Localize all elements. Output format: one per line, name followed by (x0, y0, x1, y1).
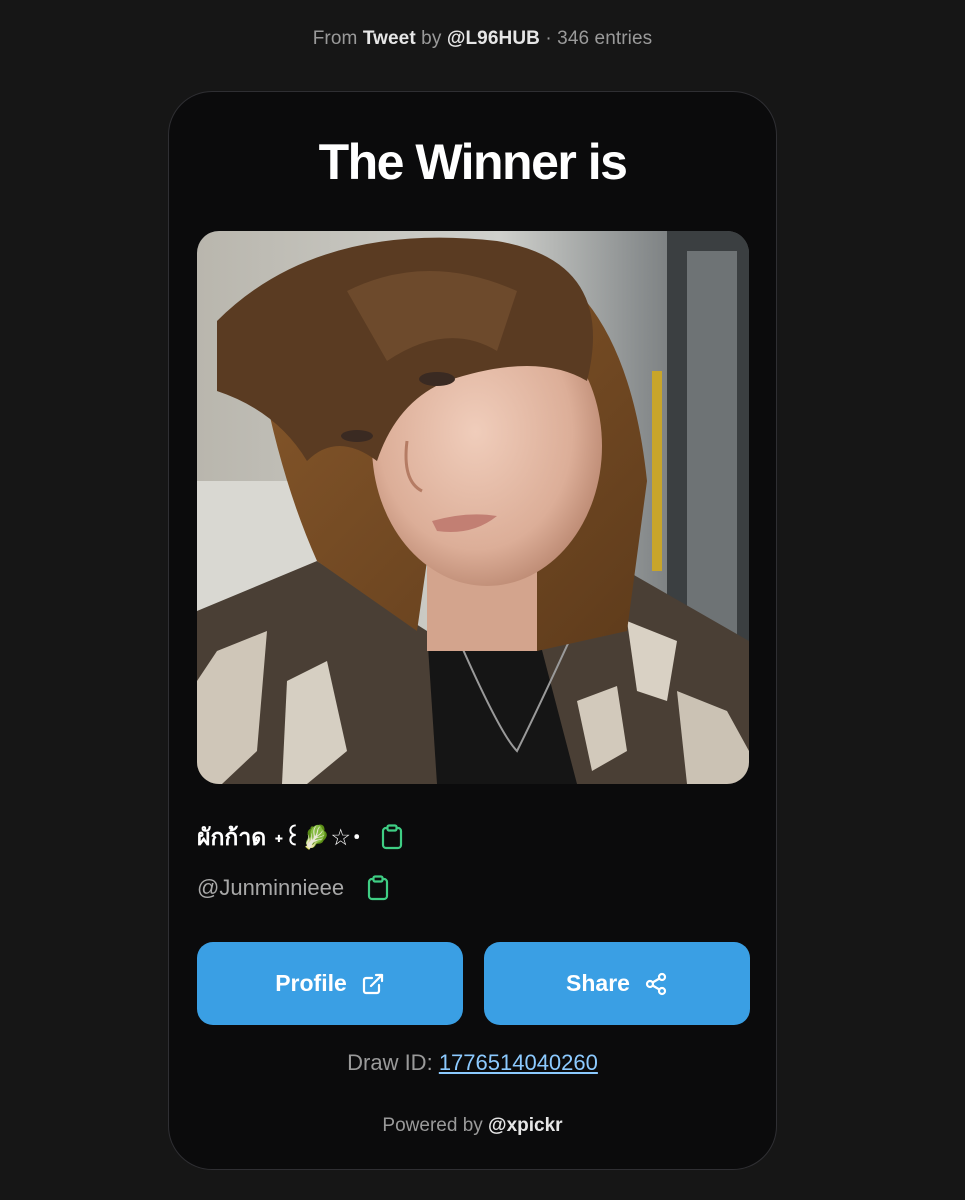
winner-card: The Winner is ผักก้าด ˖꒰🥬☆･ @Junminnieee… (168, 91, 777, 1170)
winner-name-row: ผักก้าด ˖꒰🥬☆･ (197, 819, 404, 855)
winner-handle-row: @Junminnieee (197, 870, 390, 906)
share-button-label: Share (566, 970, 630, 996)
copy-handle-clipboard-icon[interactable] (366, 875, 390, 901)
source-type: Tweet (362, 28, 416, 49)
draw-id-line: Draw ID: 1776514040260 (169, 1050, 776, 1076)
entries-count: · 346 entries (545, 28, 653, 49)
powered-label: Powered by (382, 1115, 483, 1136)
author-handle: @L96HUB (446, 28, 540, 49)
copy-name-clipboard-icon[interactable] (380, 824, 404, 850)
winner-display-name: ผักก้าด ˖꒰🥬☆･ (197, 825, 363, 851)
external-link-icon (361, 972, 385, 996)
profile-button[interactable]: Profile (197, 942, 463, 1025)
draw-id-link[interactable]: 1776514040260 (439, 1050, 598, 1075)
by-label: by (421, 28, 442, 49)
winner-photo (197, 231, 749, 784)
draw-id-label: Draw ID: (347, 1050, 433, 1075)
card-title: The Winner is (318, 134, 628, 190)
powered-brand: @xpickr (488, 1115, 563, 1136)
from-label: From (312, 28, 358, 49)
source-line: From Tweet by @L96HUB · 346 entries (0, 28, 965, 50)
share-icon (644, 972, 668, 996)
profile-button-label: Profile (275, 970, 347, 996)
share-button[interactable]: Share (484, 942, 750, 1025)
powered-by: Powered by @xpickr (169, 1115, 776, 1137)
winner-handle: @Junminnieee (197, 875, 345, 900)
